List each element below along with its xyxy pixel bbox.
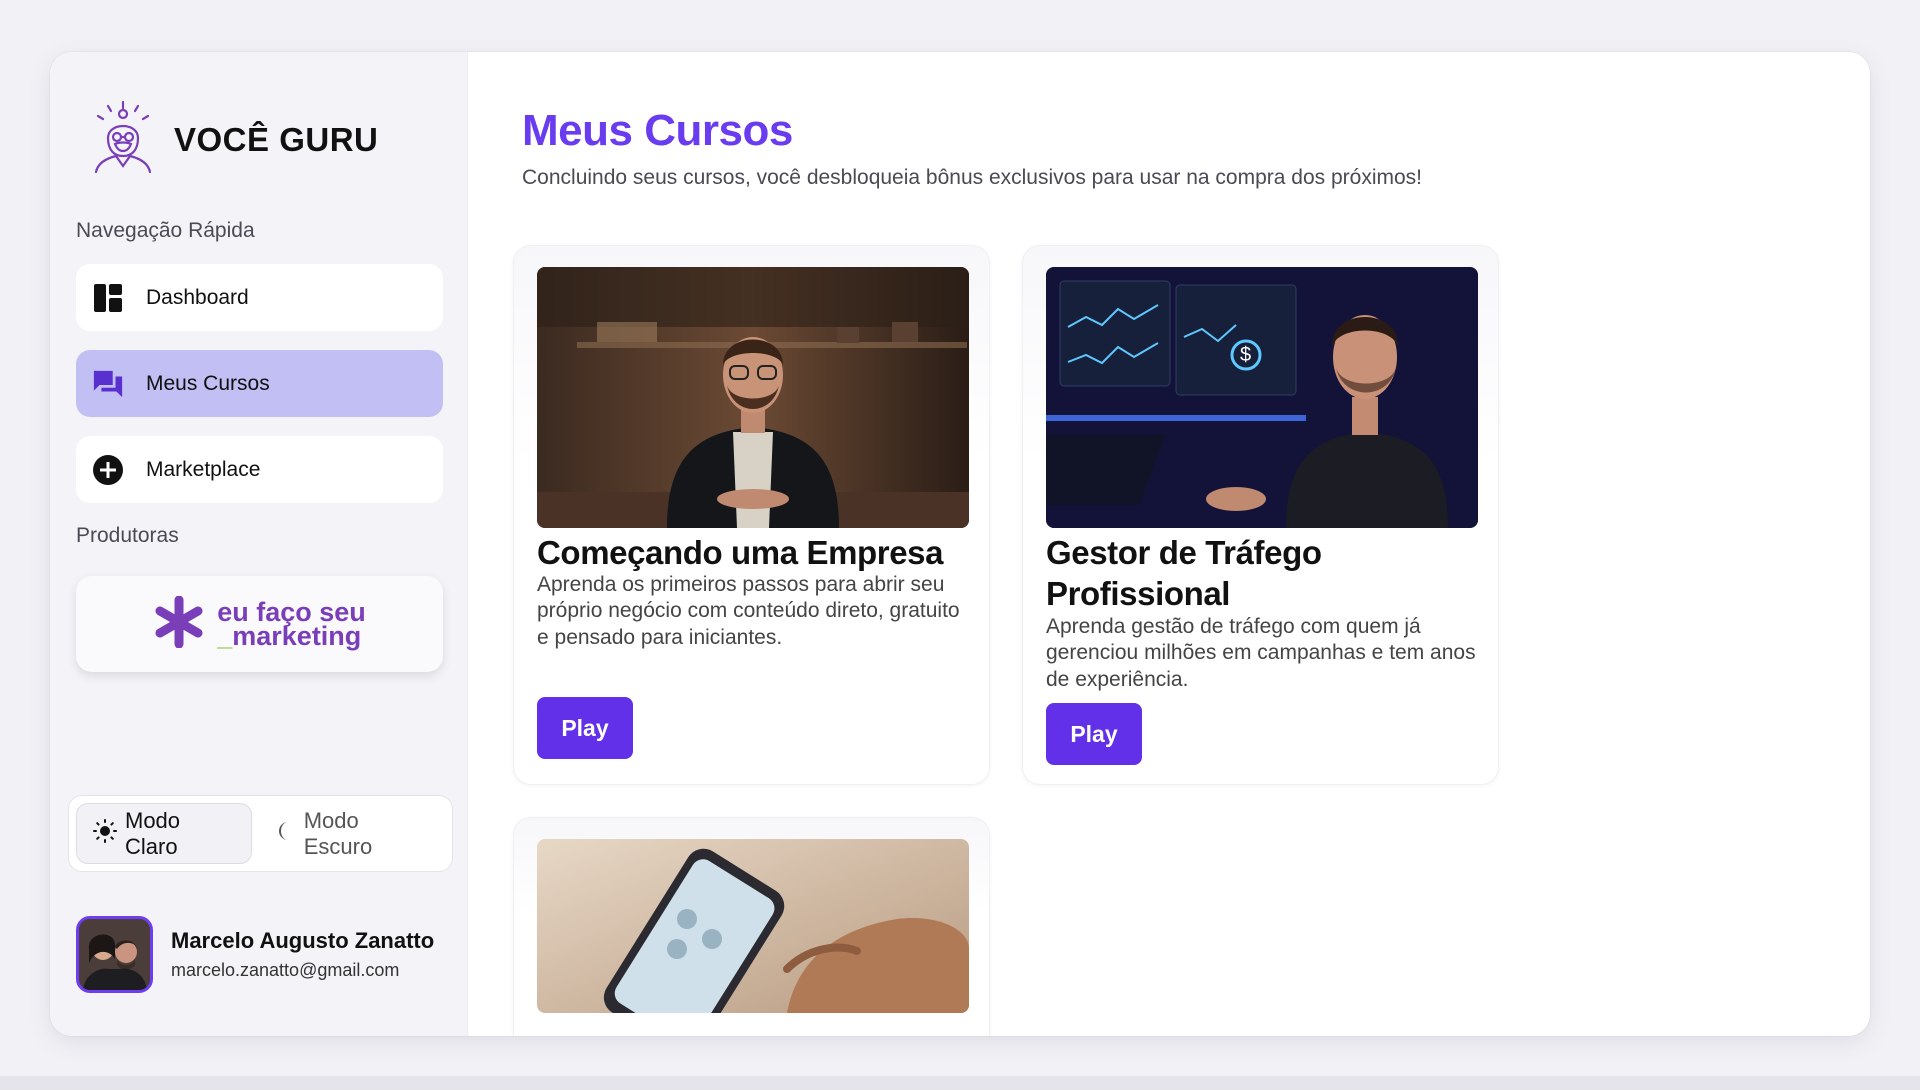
play-button[interactable]: Play (537, 697, 633, 759)
sidebar-item-dashboard[interactable]: Dashboard (76, 264, 443, 331)
page-title: Meus Cursos (522, 106, 793, 155)
user-profile[interactable]: Marcelo Augusto Zanatto marcelo.zanatto@… (76, 916, 434, 993)
sun-icon (93, 818, 117, 849)
course-description: Aprenda gestão de tráfego com quem já ge… (1046, 615, 1476, 691)
producer-logo-text: eu faço seu _marketing (217, 596, 366, 651)
course-thumbnail[interactable]: $ (1046, 267, 1478, 528)
user-name: Marcelo Augusto Zanatto (171, 928, 435, 953)
svg-text:$: $ (1240, 344, 1251, 366)
main-content: Meus Cursos Concluindo seus cursos, você… (468, 52, 1870, 1036)
user-info: Marcelo Augusto Zanatto marcelo.zanatto@… (171, 928, 434, 981)
dark-mode-button[interactable]: Modo Escuro (258, 803, 445, 864)
plus-circle-icon (92, 454, 124, 486)
course-title: Gestor de Tráfego Profissional (1046, 534, 1322, 613)
sidebar-item-label: Marketplace (146, 457, 261, 481)
course-card: Começando uma Empresa Aprenda os primeir… (513, 245, 990, 785)
logo[interactable]: VOCÊ GURU (86, 100, 378, 179)
sidebar-item-label: Dashboard (146, 285, 249, 309)
moon-icon (274, 820, 296, 848)
avatar (76, 916, 153, 993)
course-card: $ Gestor de Tráfego Profissional Aprenda… (1022, 245, 1499, 785)
course-thumbnail[interactable] (537, 839, 969, 1013)
producer-card-eu-faco-seu-marketing[interactable]: eu faço seu _marketing (76, 576, 443, 672)
producers-label: Produtoras (76, 524, 179, 547)
dashboard-icon (92, 282, 124, 314)
play-button[interactable]: Play (1046, 703, 1142, 765)
logo-text: VOCÊ GURU (174, 120, 379, 158)
asterisk-logo-icon (153, 595, 205, 653)
light-mode-button[interactable]: Modo Claro (76, 803, 252, 864)
sidebar: VOCÊ GURU Navegação Rápida Dashboard Meu… (50, 52, 468, 1036)
user-email: marcelo.zanatto@gmail.com (171, 960, 400, 980)
chat-bubbles-icon (92, 368, 124, 400)
app-window: VOCÊ GURU Navegação Rápida Dashboard Meu… (50, 52, 1870, 1036)
course-thumbnail[interactable] (537, 267, 969, 528)
sidebar-item-label: Meus Cursos (146, 371, 270, 395)
guru-logo-icon (86, 100, 160, 179)
course-description: Aprenda os primeiros passos para abrir s… (537, 573, 960, 649)
course-card (513, 817, 990, 1036)
bottom-bar (0, 1076, 1920, 1090)
theme-toggle: Modo Claro Modo Escuro (68, 795, 453, 872)
course-title: Começando uma Empresa (537, 534, 944, 571)
sidebar-item-marketplace[interactable]: Marketplace (76, 436, 443, 503)
quick-nav-label: Navegação Rápida (76, 219, 255, 242)
page-subtitle: Concluindo seus cursos, você desbloqueia… (522, 166, 1422, 189)
sidebar-item-meus-cursos[interactable]: Meus Cursos (76, 350, 443, 417)
